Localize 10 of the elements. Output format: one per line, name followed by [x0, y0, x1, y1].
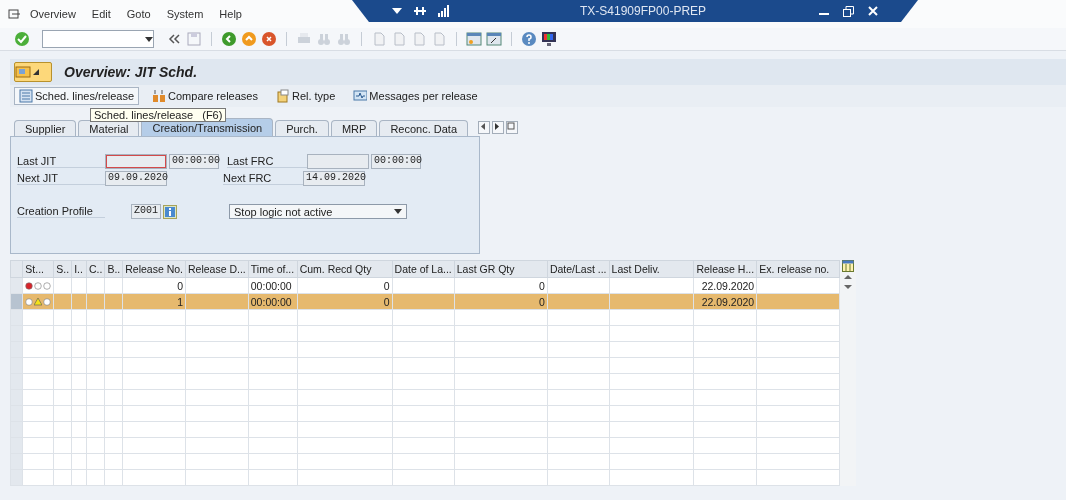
table-cell: 0	[297, 277, 393, 294]
field-label: Creation Profile	[17, 205, 105, 218]
table-cell: 0	[454, 277, 548, 294]
table-cell: 22.09.2020	[693, 277, 757, 294]
table-cell: 00:00:00	[248, 277, 298, 294]
window-title: TX-S41909FP00-PREP	[580, 4, 707, 18]
screen-title: Overview: JIT Schd.	[64, 64, 198, 80]
dropdown-value: Stop logic not active	[234, 205, 333, 218]
tooltip: Sched. lines/release (F6)	[90, 108, 227, 122]
table-cell: 0	[122, 277, 186, 294]
